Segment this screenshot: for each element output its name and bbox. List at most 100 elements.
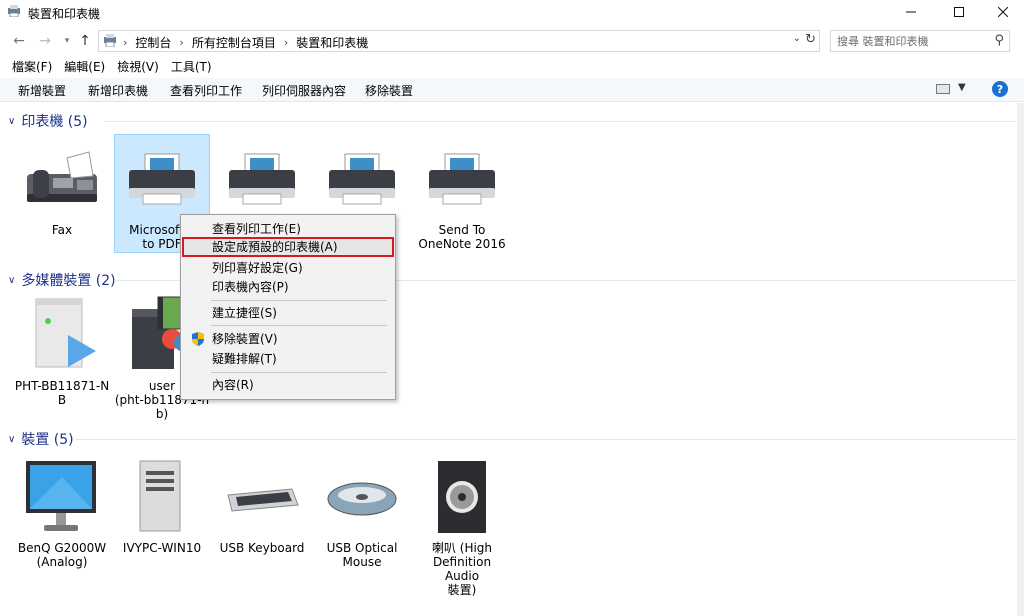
minimize-icon (906, 11, 916, 13)
printer-icon (329, 153, 395, 205)
group-title-devices: 裝置 (5) (21, 432, 74, 448)
search-box[interactable]: ⚲ (830, 30, 1010, 52)
maximize-button[interactable] (936, 0, 982, 24)
printer-icon (229, 153, 295, 205)
recent-locations-button[interactable]: ▾ (58, 32, 76, 50)
device-label-line2: (Analog) (36, 555, 88, 569)
device-label: BenQ G2000W (Analog) (14, 541, 110, 569)
device-label: PHT-BB11871-N B (14, 379, 110, 407)
arrow-right-icon: → (39, 33, 51, 49)
group-divider (104, 121, 1016, 122)
maximize-icon (954, 7, 964, 17)
forward-button[interactable]: → (36, 32, 54, 50)
device-item-usb-optical-mouse[interactable]: USB Optical Mouse (314, 457, 410, 569)
window-title: 裝置和印表機 (28, 7, 101, 21)
group-header-printers[interactable]: ∨ 印表機 (5) (8, 111, 1016, 131)
refresh-icon[interactable]: ↻ (805, 32, 816, 47)
collapse-chevron-icon[interactable]: ∨ (8, 275, 15, 286)
device-label-line2: OneNote 2016 (418, 237, 506, 251)
context-menu-properties[interactable]: 內容(R) (183, 376, 393, 394)
breadcrumb-control-panel[interactable]: 控制台 (135, 34, 171, 51)
print-server-properties-button[interactable]: 列印伺服器內容 (262, 82, 346, 99)
group-title-printers: 印表機 (5) (21, 114, 88, 130)
context-menu-troubleshoot[interactable]: 疑難排解(T) (183, 350, 393, 368)
title-bar: 裝置和印表機 (0, 0, 1024, 24)
chevron-down-icon: ▾ (64, 36, 70, 46)
device-item-usb-keyboard[interactable]: USB Keyboard (214, 457, 310, 569)
context-menu-separator (211, 300, 387, 301)
breadcrumb-all-items[interactable]: 所有控制台項目 (192, 34, 276, 51)
help-icon[interactable]: ? (992, 81, 1008, 97)
group-header-multimedia[interactable]: ∨ 多媒體裝置 (2) (8, 270, 1016, 290)
menu-file[interactable]: 檔案(F) (6, 58, 58, 76)
device-item-benq-monitor[interactable]: BenQ G2000W (Analog) (14, 457, 110, 569)
address-bar[interactable]: › 控制台 › 所有控制台項目 › 裝置和印表機 ⌄ ↻ (98, 30, 820, 52)
context-menu: 查看列印工作(E) 設定成預設的印表機(A) 列印喜好設定(G) 印表機內容(P… (180, 214, 396, 400)
search-icon[interactable]: ⚲ (994, 33, 1004, 48)
devices-printers-app-icon (8, 5, 20, 17)
device-label-line1: Send To (438, 223, 486, 237)
context-menu-remove-device[interactable]: 移除裝置(V) (183, 330, 393, 348)
menu-view[interactable]: 檢視(V) (111, 58, 165, 76)
breadcrumb-separator-icon[interactable]: › (123, 36, 127, 49)
collapse-chevron-icon[interactable]: ∨ (8, 434, 15, 445)
device-label: USB Optical Mouse (314, 541, 410, 569)
group-header-devices[interactable]: ∨ 裝置 (5) (8, 429, 1016, 449)
keyboard-icon (227, 488, 299, 512)
address-dropdown-icon[interactable]: ⌄ (793, 33, 801, 44)
view-options-dropdown-icon[interactable]: ▼ (958, 82, 966, 93)
printer-icon (429, 153, 495, 205)
device-label-line1: USB Optical (326, 541, 398, 555)
close-icon (998, 7, 1008, 17)
monitor-icon (26, 461, 96, 531)
device-label-line1: PHT-BB11871-N (14, 379, 110, 393)
arrow-left-icon: ← (13, 33, 25, 49)
menu-bar: 檔案(F) 編輯(E) 檢視(V) 工具(T) (0, 58, 1024, 76)
device-item-speakers[interactable]: 喇叭 (High Definition Audio 裝置) (414, 457, 510, 597)
collapse-chevron-icon[interactable]: ∨ (8, 116, 15, 127)
device-label-line3: b) (155, 407, 169, 421)
menu-tools[interactable]: 工具(T) (165, 58, 218, 76)
command-bar: 新增裝置 新增印表機 查看列印工作 列印伺服器內容 移除裝置 ▼ ? (0, 78, 1024, 102)
add-device-button[interactable]: 新增裝置 (18, 82, 66, 99)
vertical-scrollbar[interactable] (1017, 103, 1024, 616)
device-item-ivypc-win10[interactable]: IVYPC-WIN10 (114, 457, 210, 569)
speaker-icon (438, 461, 486, 533)
device-item-send-to-onenote[interactable]: Send To OneNote 2016 (414, 139, 510, 251)
device-label: Send To OneNote 2016 (414, 223, 510, 251)
change-view-icon[interactable] (936, 84, 950, 94)
breadcrumb-separator-icon[interactable]: › (284, 36, 288, 49)
group-title-multimedia: 多媒體裝置 (2) (21, 273, 116, 289)
device-label: 喇叭 (High Definition Audio 裝置) (414, 541, 510, 597)
devices-content: ∨ 印表機 (5) Fax Microsoft P to PDF Send To… (0, 103, 1024, 616)
menu-edit[interactable]: 編輯(E) (58, 58, 111, 76)
context-menu-set-default-printer[interactable]: 設定成預設的印表機(A) (182, 237, 394, 257)
device-label-line2: B (57, 393, 67, 407)
context-menu-remove-device-label: 移除裝置(V) (212, 332, 278, 346)
context-menu-printing-preferences[interactable]: 列印喜好設定(G) (183, 259, 393, 277)
search-input[interactable] (835, 33, 985, 49)
breadcrumb-separator-icon[interactable]: › (179, 36, 183, 49)
printer-icon (129, 153, 195, 205)
device-item-fax[interactable]: Fax (14, 139, 110, 237)
context-menu-see-print-jobs[interactable]: 查看列印工作(E) (183, 220, 393, 238)
up-button[interactable]: ↑ (76, 32, 94, 50)
back-button[interactable]: ← (10, 32, 28, 50)
context-menu-separator (211, 372, 387, 373)
add-printer-button[interactable]: 新增印表機 (88, 82, 148, 99)
device-item-pht-bb11871-nb[interactable]: PHT-BB11871-N B (14, 295, 110, 415)
control-panel-icon (104, 34, 116, 47)
remove-device-button[interactable]: 移除裝置 (365, 82, 413, 99)
fax-icon (27, 151, 97, 202)
arrow-up-icon: ↑ (79, 33, 91, 49)
device-label-line1: BenQ G2000W (17, 541, 107, 555)
device-label: USB Keyboard (219, 541, 305, 555)
breadcrumb-devices-printers[interactable]: 裝置和印表機 (296, 34, 368, 51)
minimize-button[interactable] (888, 0, 934, 24)
context-menu-create-shortcut[interactable]: 建立捷徑(S) (183, 304, 393, 322)
context-menu-separator (211, 325, 387, 326)
computer-tower-icon (139, 460, 181, 532)
context-menu-printer-properties[interactable]: 印表機內容(P) (183, 278, 393, 296)
see-print-jobs-button[interactable]: 查看列印工作 (170, 82, 242, 99)
close-button[interactable] (980, 0, 1024, 24)
